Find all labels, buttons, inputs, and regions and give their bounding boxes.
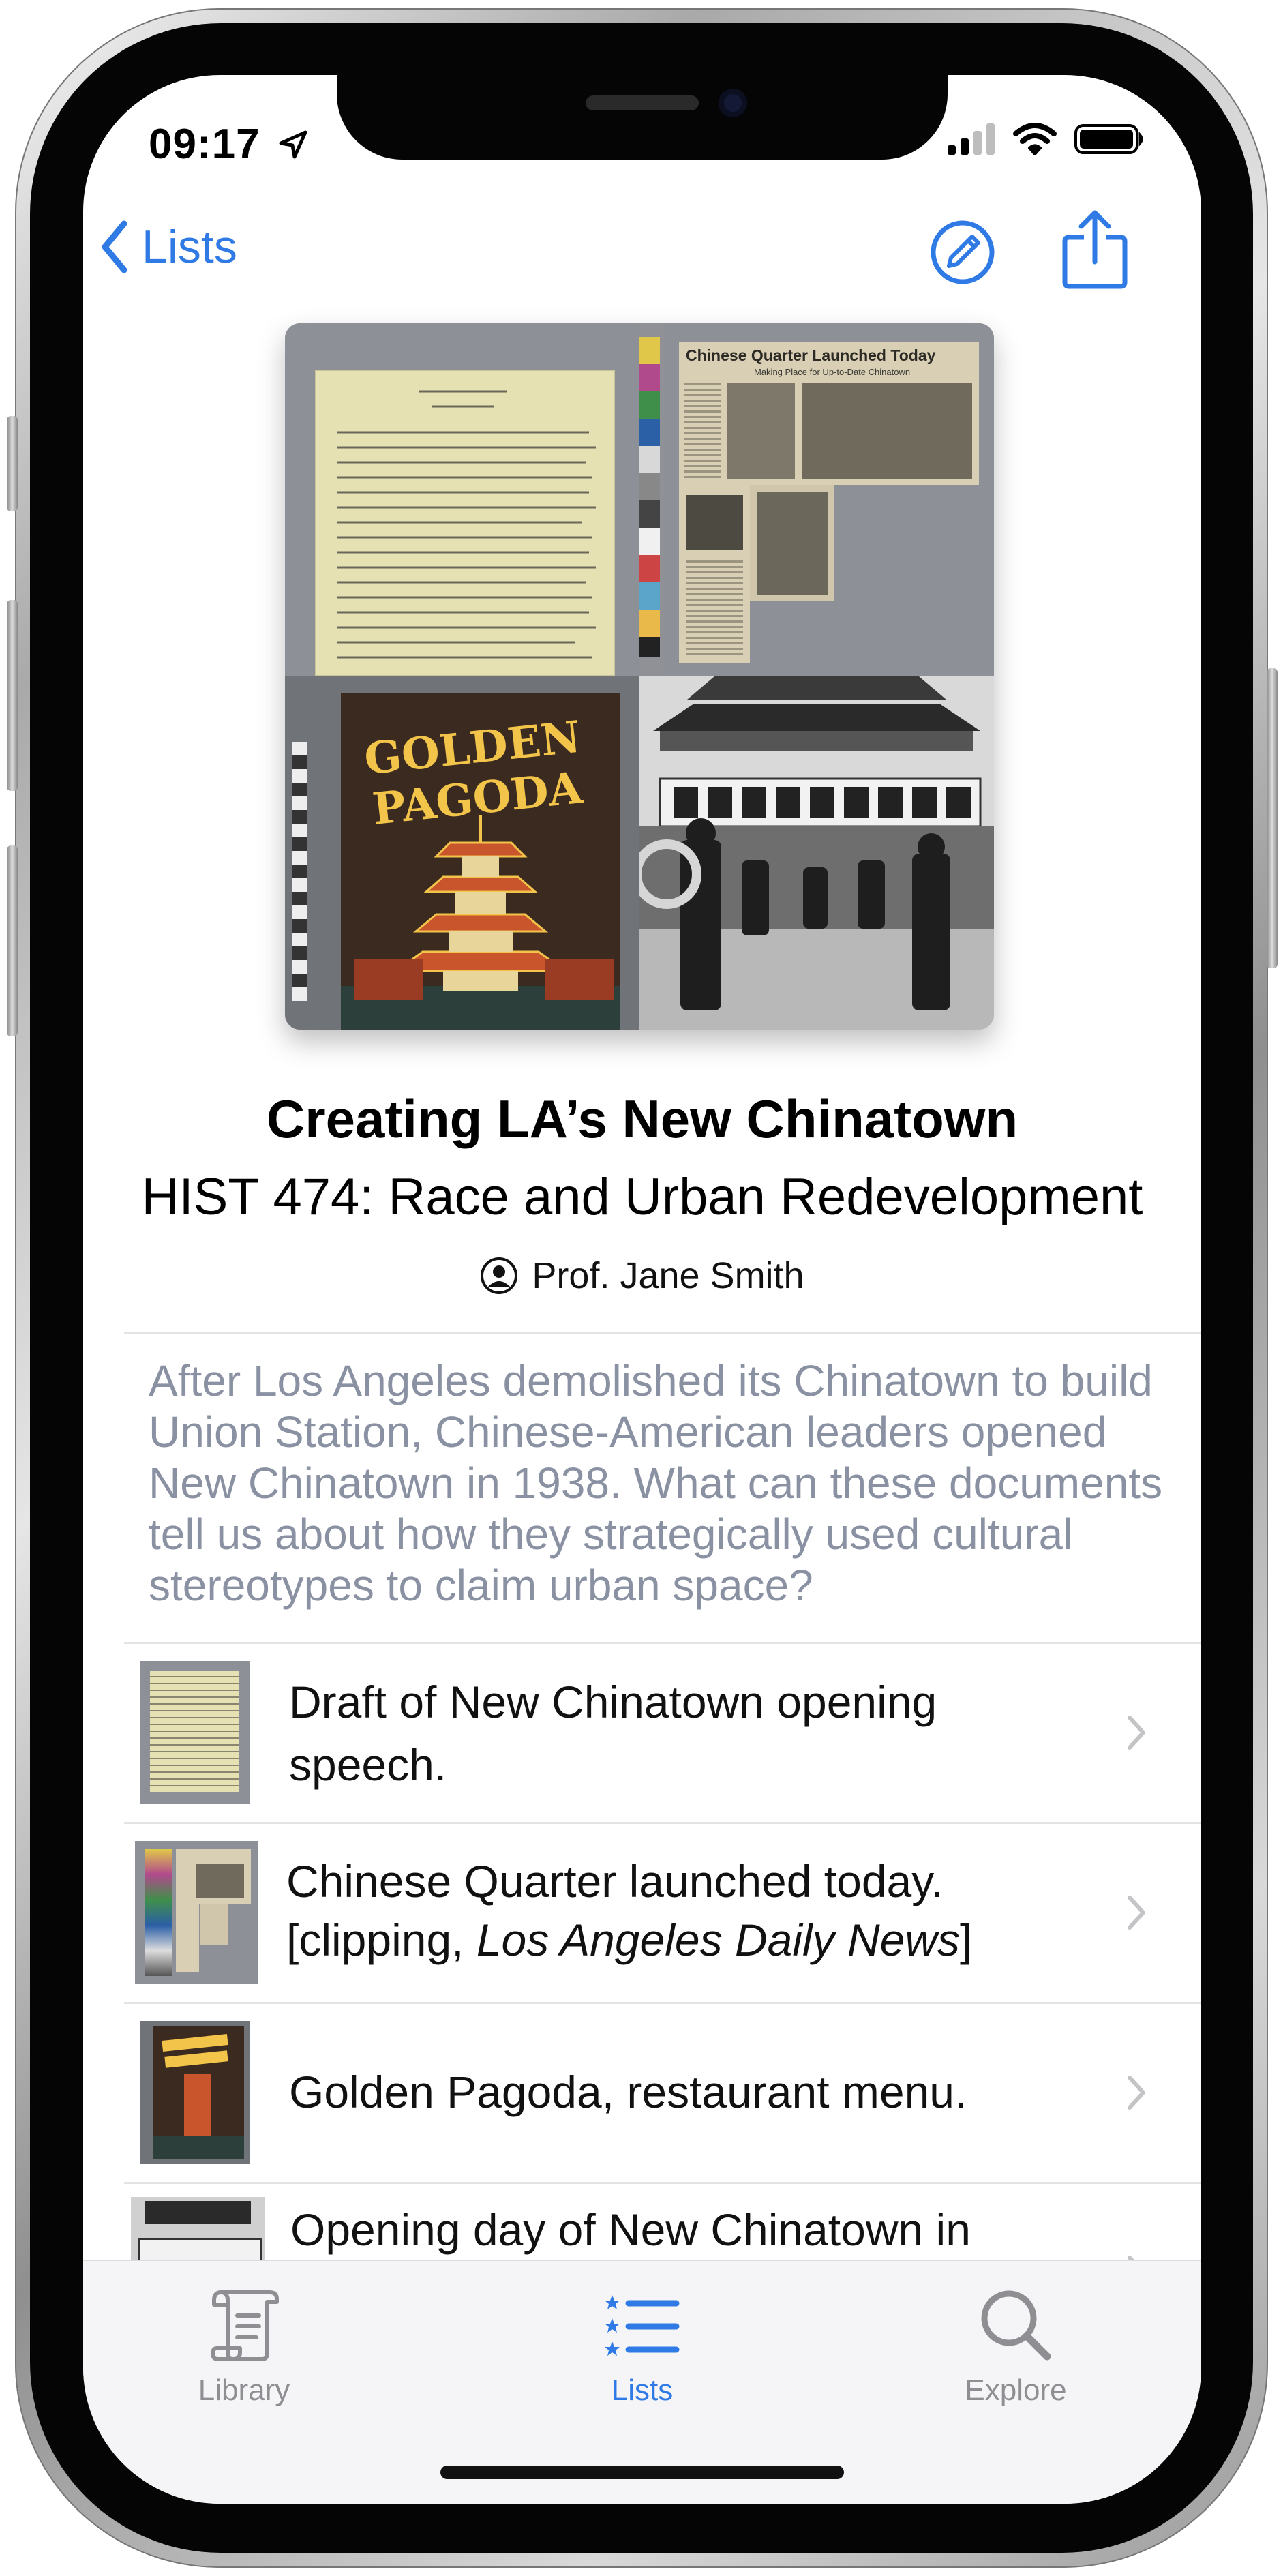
author-name: Prof. Jane Smith xyxy=(532,1255,804,1296)
list-item[interactable]: Draft of New Chinatown opening speech. xyxy=(83,1643,1201,1822)
publication-name: Los Angeles Daily News xyxy=(476,1915,961,1965)
list-item-line: Golden Pagoda, restaurant menu. xyxy=(289,2067,967,2117)
list-item-line: speech. xyxy=(289,1739,447,1790)
speech-draft-thumbnail xyxy=(140,1661,250,1804)
list-icon xyxy=(605,2295,680,2356)
cellular-signal-icon xyxy=(948,123,995,155)
pagoda-illustration xyxy=(341,815,620,1030)
opening-day-photo-thumbnail xyxy=(639,676,994,1030)
list-item[interactable]: Golden Pagoda, restaurant menu. xyxy=(83,2003,1201,2182)
tab-label: Lists xyxy=(611,2373,674,2407)
tab-label: Library xyxy=(198,2373,290,2407)
volume-down-button xyxy=(7,845,18,1036)
status-time: 09:17 xyxy=(149,121,260,168)
speech-draft-thumbnail xyxy=(285,323,639,676)
list-item-title: Opening day of New Chinatown in xyxy=(290,2198,971,2261)
chevron-right-icon xyxy=(1128,1716,1145,1750)
chevron-left-icon xyxy=(102,220,127,273)
newspaper-clipping-thumbnail: Chinese Quarter Launched Today Making Pl… xyxy=(664,323,994,676)
list-cover-collage: Chinese Quarter Launched Today Making Pl… xyxy=(285,323,994,1030)
clipping-subhead: Making Place for Up-to-Date Chinatown xyxy=(754,367,911,377)
tab-explore[interactable]: Explore xyxy=(914,2286,1118,2408)
share-icon[interactable] xyxy=(1059,209,1130,290)
list-title: Creating LA’s New Chinatown xyxy=(266,1089,1018,1149)
status-icons xyxy=(948,123,1145,155)
citation-prefix: [clipping, xyxy=(286,1915,477,1965)
battery-icon xyxy=(1074,124,1143,154)
tab-label: Explore xyxy=(965,2373,1067,2407)
list-subtitle: HIST 474: Race and Urban Redevelopment xyxy=(141,1168,1143,1226)
list-item-line: Opening day of New Chinatown in xyxy=(290,2204,971,2255)
chevron-right-icon xyxy=(1128,2076,1145,2110)
chevron-right-icon xyxy=(1128,1896,1145,1930)
list-item-title: Draft of New Chinatown opening speech. xyxy=(289,1671,937,1796)
earpiece-speaker xyxy=(586,95,699,110)
list-item-title: Golden Pagoda, restaurant menu. xyxy=(289,2061,967,2123)
back-button-label: Lists xyxy=(142,221,237,273)
home-indicator[interactable] xyxy=(440,2466,844,2479)
magnifier-icon xyxy=(981,2290,1051,2361)
author-row: Prof. Jane Smith xyxy=(83,1255,1201,1297)
list-item-line: [clipping, Los Angeles Daily News] xyxy=(286,1911,972,1969)
front-camera xyxy=(719,89,747,117)
list-item-title: Chinese Quarter launched today. [clippin… xyxy=(286,1852,972,1969)
wifi-icon xyxy=(1013,123,1057,155)
color-calibration-strip xyxy=(639,337,660,657)
back-button[interactable]: Lists xyxy=(100,220,237,274)
power-button xyxy=(1267,668,1278,968)
list-item-line: Chinese Quarter launched today. xyxy=(286,1856,944,1906)
gate-crowd-photo xyxy=(639,676,994,1030)
list-item-line: Draft of New Chinatown opening xyxy=(289,1677,937,1727)
mute-switch xyxy=(7,416,18,511)
screen: 09:17 Lists Chinese Quarter Launched Tod… xyxy=(83,75,1201,2504)
citation-suffix: ] xyxy=(960,1915,973,1965)
person-circle-icon xyxy=(481,1257,518,1294)
typed-lines-graphic xyxy=(337,390,596,659)
volume-up-button xyxy=(7,600,18,791)
divider xyxy=(124,1332,1201,1334)
notch xyxy=(337,75,948,160)
newspaper-clipping-thumbnail xyxy=(135,1841,258,1984)
clipping-headline: Chinese Quarter Launched Today xyxy=(686,346,936,364)
edit-icon[interactable] xyxy=(929,218,997,286)
golden-pagoda-menu-thumbnail xyxy=(140,2021,250,2164)
list-item[interactable]: Chinese Quarter launched today. [clippin… xyxy=(83,1823,1201,2002)
tab-lists[interactable]: Lists xyxy=(540,2286,744,2408)
scroll-icon xyxy=(211,2290,279,2361)
golden-pagoda-menu-thumbnail: GOLDEN PAGODA xyxy=(285,676,639,1030)
tab-library[interactable]: Library xyxy=(142,2286,346,2408)
list-description: After Los Angeles demolished its Chinato… xyxy=(149,1356,1163,1610)
location-arrow-icon xyxy=(279,130,307,159)
